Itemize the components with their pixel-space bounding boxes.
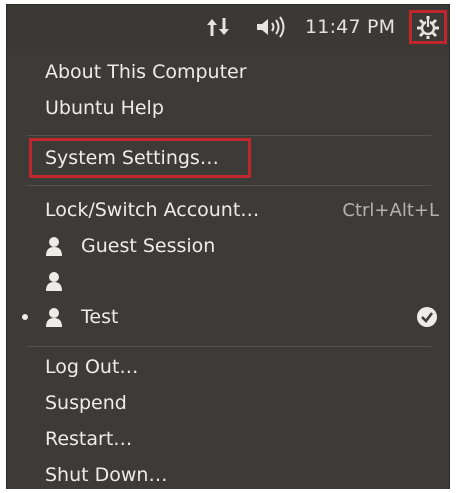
lock-shortcut: Ctrl+Alt+L [342,199,439,221]
test-user-label: Test [81,306,119,328]
menu-item-restart[interactable]: Restart… [45,424,132,454]
top-panel: 11:47 PM [7,5,449,49]
user-icon [45,307,63,327]
menu-item-lock-switch[interactable]: Lock/Switch Account… [45,195,259,225]
menu-item-user-test[interactable]: Test [45,302,118,332]
menu-item-guest-session[interactable]: Guest Session [45,231,215,261]
guest-session-label: Guest Session [81,235,216,257]
session-menu: About This Computer Ubuntu Help System S… [7,49,449,489]
clock[interactable]: 11:47 PM [305,5,395,49]
menu-item-log-out[interactable]: Log Out… [45,352,138,382]
menu-separator [27,346,431,347]
power-gear-icon[interactable] [409,10,447,44]
volume-icon[interactable] [255,5,289,49]
checkmark-icon [417,307,437,331]
network-icon[interactable] [206,5,232,49]
menu-item-user-blank[interactable] [45,266,81,296]
menu-item-system-settings[interactable]: System Settings… [45,143,219,173]
active-user-dot [22,314,28,320]
menu-separator [27,185,431,186]
menu-item-shut-down[interactable]: Shut Down… [45,460,167,490]
session-menu-window: 11:47 PM About This Computer Ubuntu Help… [6,4,450,489]
menu-separator [27,135,431,136]
menu-item-about[interactable]: About This Computer [45,57,247,87]
menu-item-suspend[interactable]: Suspend [45,388,127,418]
user-icon [45,236,63,256]
menu-item-help[interactable]: Ubuntu Help [45,93,164,123]
user-icon [45,271,63,291]
